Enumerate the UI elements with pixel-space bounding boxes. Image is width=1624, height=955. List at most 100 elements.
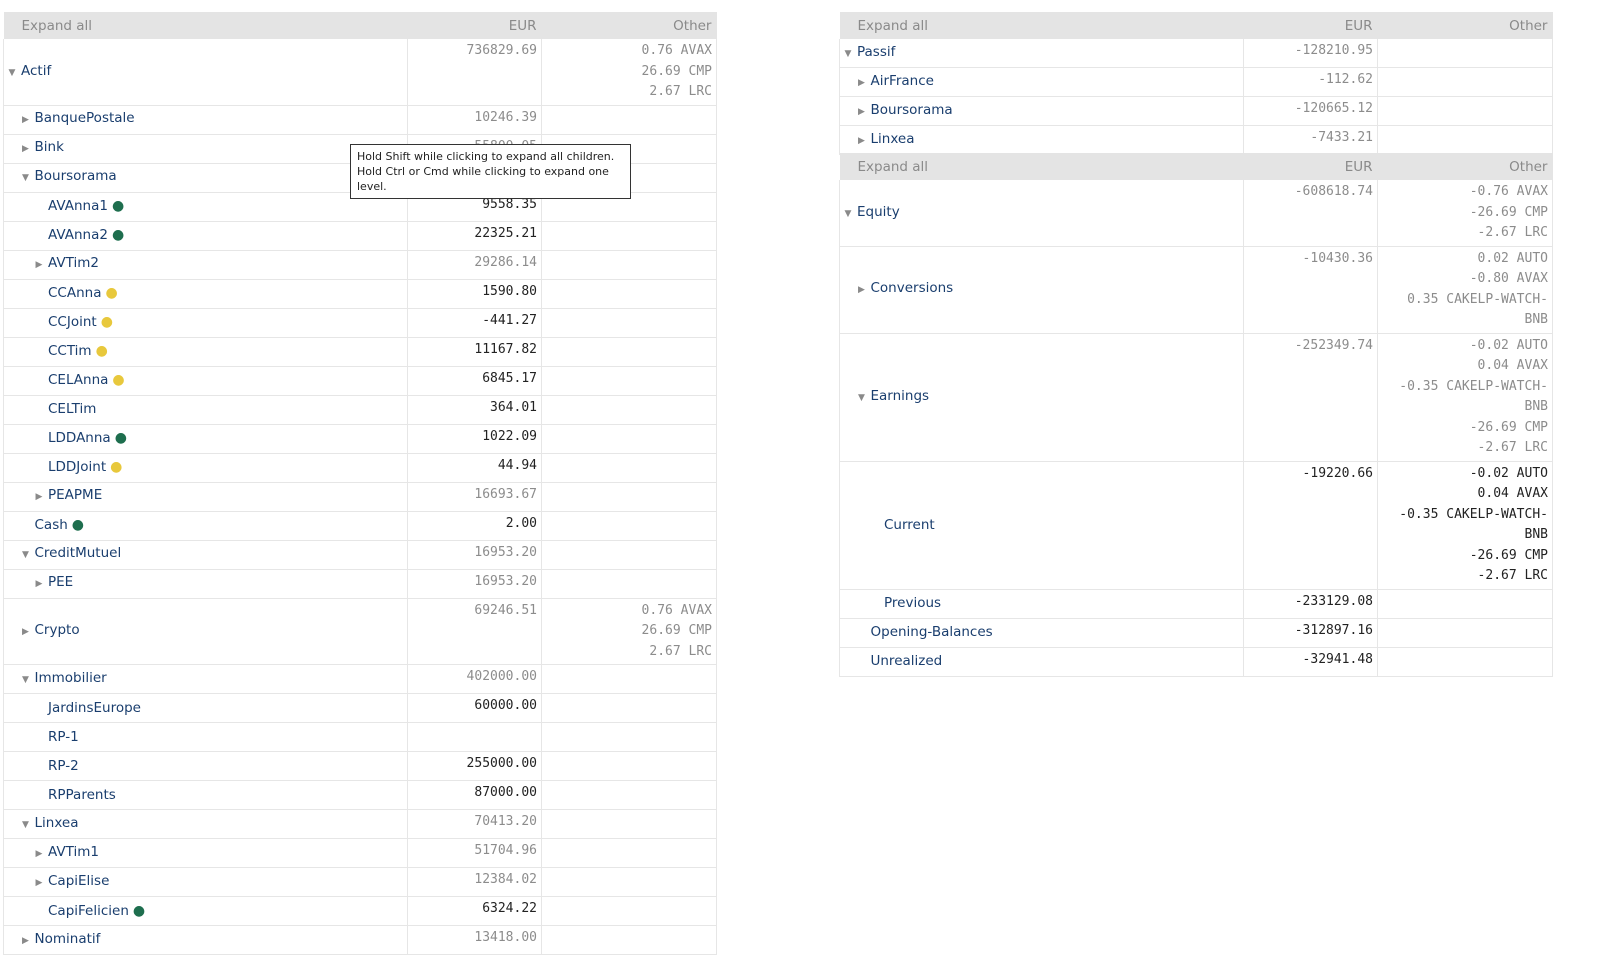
- caret-down-icon[interactable]: ▼: [857, 388, 867, 409]
- account-name-cell: ▼ Actif: [3, 39, 408, 106]
- caret-right-icon[interactable]: ▶: [21, 139, 31, 160]
- account-link[interactable]: Actif: [21, 63, 51, 79]
- caret-right-icon[interactable]: ▶: [21, 931, 31, 952]
- account-link[interactable]: AVAnna2: [48, 227, 108, 243]
- caret-down-icon[interactable]: ▼: [21, 815, 31, 836]
- account-link[interactable]: BanquePostale: [35, 110, 135, 126]
- caret-right-icon[interactable]: ▶: [34, 574, 44, 595]
- table-row: RP-2 255000.00: [3, 751, 717, 781]
- account-link[interactable]: CELAnna: [48, 372, 108, 388]
- account-link[interactable]: CCAnna: [48, 285, 101, 301]
- caret-right-icon[interactable]: ▶: [34, 255, 44, 276]
- account-link[interactable]: AirFrance: [871, 73, 934, 89]
- account-link[interactable]: Bink: [35, 139, 64, 155]
- expand-all-button[interactable]: Expand all: [839, 12, 1244, 39]
- other-commodities-cell: [541, 511, 717, 541]
- commodity-amount: 0.04 AVAX: [1477, 486, 1548, 501]
- commodity-amount: -0.35 CAKELP-WATCH-: [1399, 378, 1548, 394]
- account-link[interactable]: CreditMutuel: [35, 545, 122, 561]
- account-link[interactable]: Equity: [857, 204, 900, 220]
- eur-amount-cell: 69246.51: [407, 598, 542, 665]
- caret-right-icon[interactable]: ▶: [857, 73, 867, 94]
- other-commodities-cell: [1377, 96, 1553, 126]
- account-name-cell: ▼ CreditMutuel: [3, 540, 408, 570]
- account-link[interactable]: Previous: [884, 595, 941, 611]
- status-dot-icon: ●: [95, 343, 108, 360]
- status-dot-icon: ●: [114, 430, 127, 447]
- account-link[interactable]: Current: [884, 517, 935, 533]
- caret-down-icon[interactable]: ▼: [21, 670, 31, 691]
- commodity-amount: BNB: [1524, 312, 1548, 327]
- caret-right-icon[interactable]: ▶: [34, 487, 44, 508]
- account-link[interactable]: Linxea: [35, 815, 79, 831]
- expand-all-button[interactable]: Expand all: [3, 12, 408, 39]
- account-link[interactable]: LDDAnna: [48, 430, 111, 446]
- table-row: ▼ Passif -128210.95: [839, 39, 1553, 68]
- eur-amount-cell: 255000.00: [407, 751, 542, 781]
- table-body: ▼ Passif -128210.95 ▶ AirFrance -112.62 ▶ Bours…: [839, 39, 1553, 155]
- account-link[interactable]: CCTim: [48, 343, 92, 359]
- account-link[interactable]: Opening-Balances: [871, 624, 993, 640]
- table-row: ▶ AVTim2 29286.14: [3, 250, 717, 280]
- liability-tree-panel: Expand all EUR Other ▼ Passif -128210.95 ▶ A…: [839, 12, 1553, 155]
- account-link[interactable]: Crypto: [35, 622, 80, 638]
- caret-right-icon[interactable]: ▶: [34, 844, 44, 865]
- caret-right-icon[interactable]: ▶: [857, 102, 867, 123]
- expand-all-button[interactable]: Expand all: [839, 153, 1244, 180]
- eur-amount-cell: 44.94: [407, 453, 542, 483]
- account-link[interactable]: CCJoint: [48, 314, 97, 330]
- account-link[interactable]: RP-1: [48, 729, 79, 745]
- other-commodities-cell: [541, 337, 717, 367]
- table-row: RPParents 87000.00: [3, 780, 717, 810]
- table-row: ▶ AVTim1 51704.96: [3, 838, 717, 868]
- eur-amount-cell: 6324.22: [407, 896, 542, 926]
- caret-right-icon[interactable]: ▶: [857, 280, 867, 301]
- caret-right-icon[interactable]: ▶: [21, 622, 31, 643]
- caret-right-icon[interactable]: ▶: [34, 873, 44, 894]
- account-link[interactable]: Earnings: [871, 388, 930, 404]
- account-name-cell: ▶ Nominatif: [3, 925, 408, 955]
- other-commodities-cell: [541, 896, 717, 926]
- account-link[interactable]: RPParents: [48, 787, 116, 803]
- account-link[interactable]: CapiElise: [48, 873, 109, 889]
- other-commodities-cell: -0.76 AVAX -26.69 CMP -2.67 LRC: [1377, 180, 1553, 247]
- account-link[interactable]: Boursorama: [871, 102, 953, 118]
- account-link[interactable]: AVAnna1: [48, 198, 108, 214]
- account-link[interactable]: Passif: [857, 44, 895, 60]
- eur-amount-cell: 1590.80: [407, 279, 542, 309]
- caret-down-icon[interactable]: ▼: [21, 168, 31, 189]
- account-link[interactable]: Conversions: [871, 280, 954, 296]
- account-link[interactable]: JardinsEurope: [48, 700, 141, 716]
- account-link[interactable]: PEAPME: [48, 487, 102, 503]
- table-row: CCTim ● 11167.82: [3, 337, 717, 367]
- account-link[interactable]: AVTim1: [48, 844, 99, 860]
- table-row: ▼ Earnings -252349.74 -0.02 AUTO 0.04 AVAX -0…: [839, 333, 1553, 462]
- account-link[interactable]: AVTim2: [48, 255, 99, 271]
- other-commodities-cell: [541, 809, 717, 839]
- caret-down-icon[interactable]: ▼: [21, 545, 31, 566]
- caret-down-icon[interactable]: ▼: [7, 63, 17, 84]
- caret-down-icon[interactable]: ▼: [843, 44, 853, 65]
- account-link[interactable]: Boursorama: [35, 168, 117, 184]
- account-link[interactable]: Linxea: [871, 131, 915, 147]
- account-link[interactable]: LDDJoint: [48, 459, 106, 475]
- commodity-amount: 26.69 CMP: [641, 63, 712, 79]
- table-row: AVAnna2 ● 22325.21: [3, 221, 717, 251]
- caret-down-icon[interactable]: ▼: [843, 204, 853, 225]
- account-link[interactable]: Immobilier: [35, 670, 107, 686]
- eur-amount-cell: 1022.09: [407, 424, 542, 454]
- account-name-cell: ▶ AirFrance: [839, 67, 1244, 97]
- caret-right-icon[interactable]: ▶: [857, 131, 867, 152]
- account-link[interactable]: Unrealized: [871, 653, 943, 669]
- table-row: ▶ Boursorama -120665.12: [839, 96, 1553, 126]
- account-link[interactable]: CELTim: [48, 401, 96, 417]
- account-link[interactable]: RP-2: [48, 758, 79, 774]
- account-link[interactable]: Cash: [35, 517, 68, 533]
- account-link[interactable]: CapiFelicien: [48, 903, 129, 919]
- table-row: Unrealized -32941.48: [839, 647, 1553, 677]
- account-link[interactable]: Nominatif: [35, 931, 101, 947]
- account-name-cell: ▼ Immobilier: [3, 664, 408, 694]
- account-link[interactable]: PEE: [48, 574, 73, 590]
- commodity-amount: -2.67 LRC: [1477, 225, 1548, 240]
- caret-right-icon[interactable]: ▶: [21, 110, 31, 131]
